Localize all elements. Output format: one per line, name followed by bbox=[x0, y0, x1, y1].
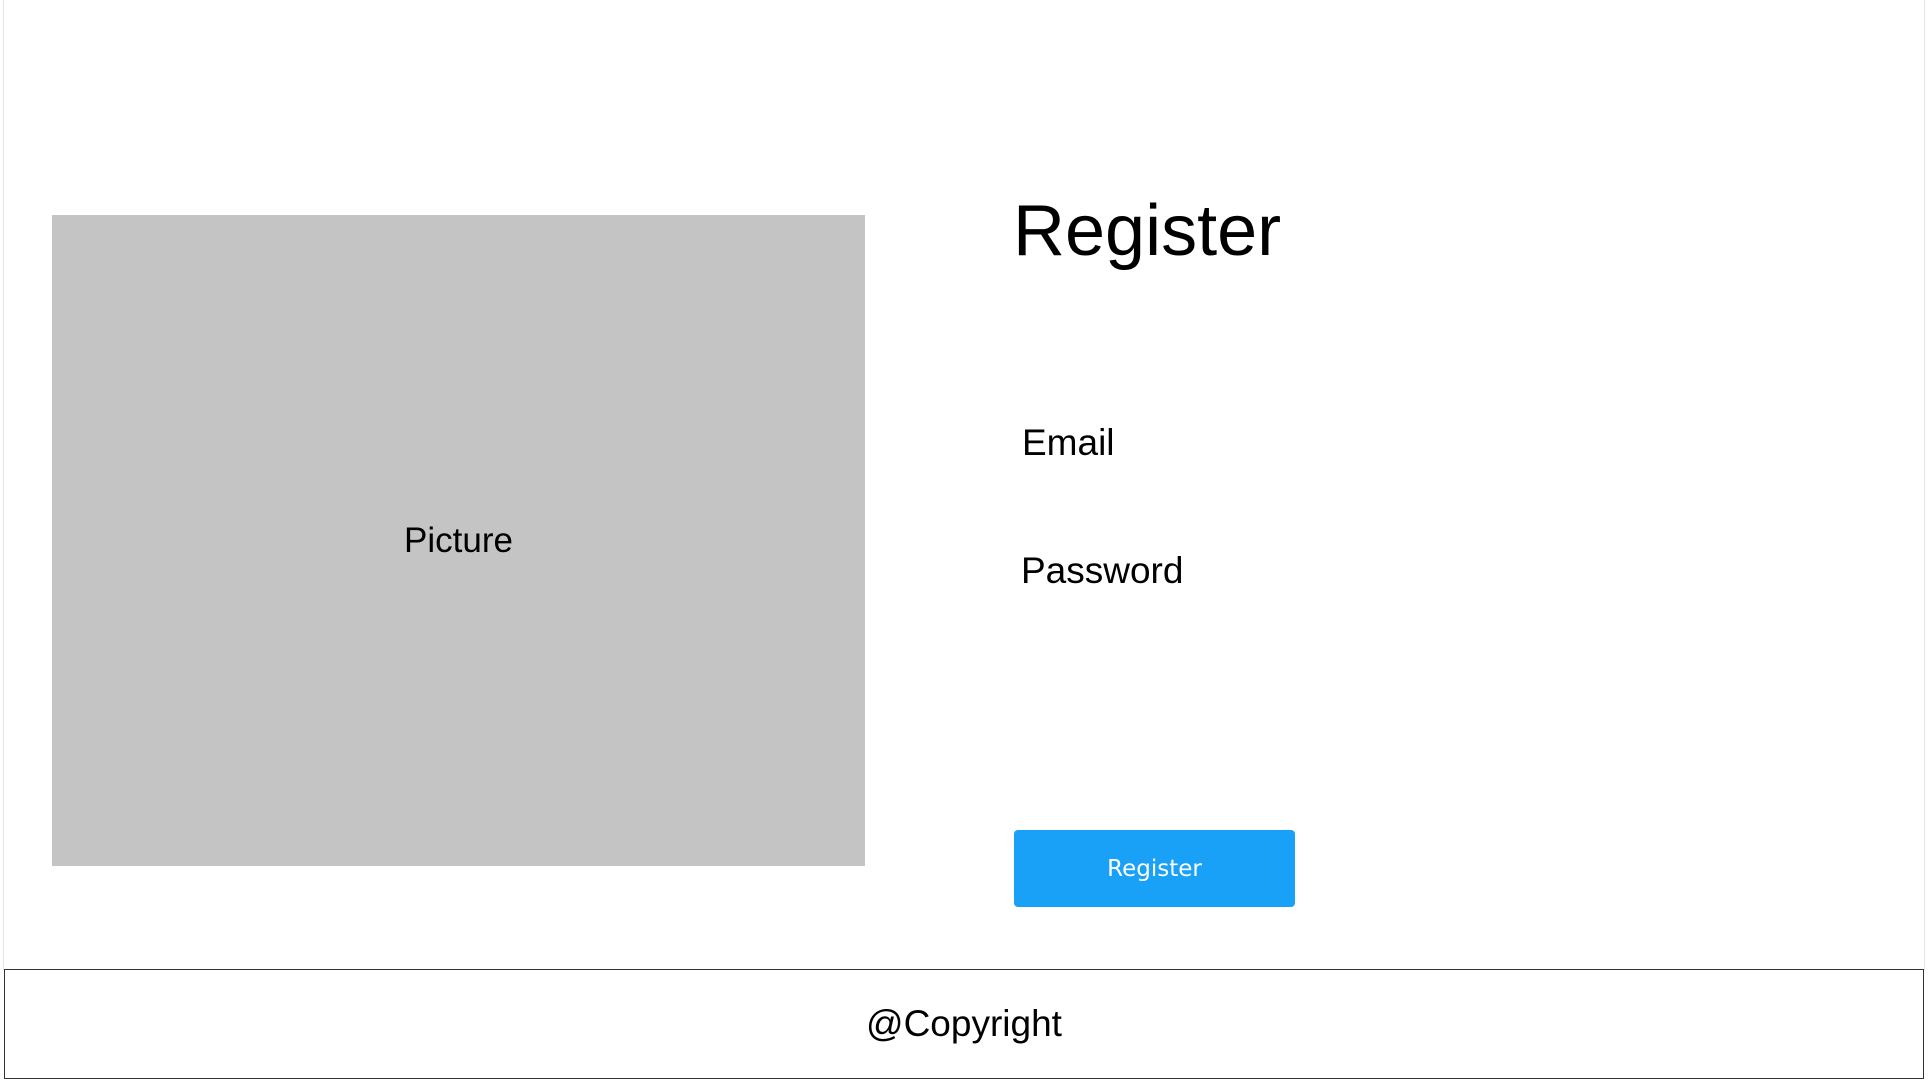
frame-left-edge bbox=[3, 0, 4, 970]
picture-label: Picture bbox=[404, 520, 513, 560]
frame-right-edge bbox=[1924, 0, 1925, 970]
page-title: Register bbox=[1013, 191, 1282, 271]
email-label: Email bbox=[1022, 422, 1115, 463]
register-button[interactable]: Register bbox=[1014, 830, 1295, 907]
picture-placeholder: Picture bbox=[52, 215, 865, 866]
email-field[interactable] bbox=[1180, 420, 1724, 470]
password-field[interactable] bbox=[1180, 548, 1724, 598]
register-page: Picture Register Email Password Register… bbox=[0, 0, 1928, 1088]
password-label: Password bbox=[1021, 550, 1184, 591]
copyright-text: @Copyright bbox=[866, 1003, 1062, 1044]
footer: @Copyright bbox=[4, 969, 1924, 1079]
